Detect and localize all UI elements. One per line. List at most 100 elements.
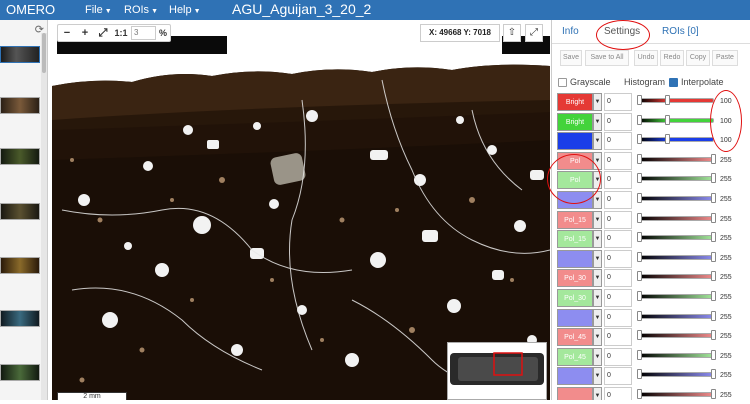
slider-start-handle[interactable]: [637, 369, 642, 380]
channel-start-input[interactable]: 0: [604, 151, 632, 170]
slider-start-handle[interactable]: [637, 173, 642, 184]
channel-end-input[interactable]: 255: [717, 387, 745, 400]
slider-end-handle[interactable]: [664, 114, 670, 125]
channel-color-button[interactable]: Bright: [557, 112, 593, 131]
slider-start-handle[interactable]: [637, 330, 642, 341]
channel-start-input[interactable]: 0: [604, 112, 632, 131]
zoom-out-button[interactable]: −: [58, 25, 76, 41]
channel-end-input[interactable]: 255: [717, 367, 745, 385]
omero-logo[interactable]: OMERO: [6, 2, 55, 17]
channel-dropdown-icon[interactable]: ▼: [593, 328, 602, 347]
thumbnail-item[interactable]: [0, 148, 40, 165]
slider-start-handle[interactable]: [637, 232, 642, 243]
slider-start-handle[interactable]: [637, 389, 642, 399]
zoom-input[interactable]: 3: [131, 26, 156, 40]
channel-color-button[interactable]: Pol_30: [557, 289, 593, 307]
slider-start-handle[interactable]: [637, 114, 642, 125]
channel-start-input[interactable]: 0: [604, 132, 632, 151]
channel-color-button[interactable]: Pol_45: [557, 347, 593, 366]
upload-icon[interactable]: ⇧: [503, 24, 521, 42]
channel-slider[interactable]: [639, 274, 714, 280]
slider-start-handle[interactable]: [637, 291, 642, 301]
menu-help[interactable]: Help ▼: [169, 4, 201, 16]
channel-slider[interactable]: [639, 254, 714, 260]
slider-end-handle[interactable]: [711, 251, 716, 262]
channel-start-input[interactable]: 0: [604, 249, 632, 268]
birds-eye-view[interactable]: [447, 342, 547, 400]
channel-end-input[interactable]: 255: [717, 289, 745, 307]
channel-slider[interactable]: [639, 372, 714, 378]
fullscreen-icon[interactable]: ⤢: [525, 24, 543, 42]
menu-file[interactable]: File ▼: [85, 4, 112, 16]
channel-start-input[interactable]: 0: [604, 387, 632, 400]
channel-start-input[interactable]: 0: [604, 347, 632, 366]
channel-slider[interactable]: [639, 156, 714, 162]
slider-end-handle[interactable]: [711, 310, 716, 321]
tab-rois[interactable]: ROIs [0]: [662, 26, 699, 37]
interpolate-option[interactable]: Interpolate: [669, 77, 724, 88]
save-to-all-button[interactable]: Save to All: [585, 50, 629, 66]
channel-dropdown-icon[interactable]: ▼: [593, 387, 602, 400]
channel-start-input[interactable]: 0: [604, 269, 632, 288]
zoom-fit-button[interactable]: ⤢: [94, 25, 112, 41]
channel-slider[interactable]: [639, 294, 714, 299]
channel-slider[interactable]: [639, 196, 714, 201]
channel-slider[interactable]: [639, 333, 714, 339]
tab-info[interactable]: Info: [562, 26, 579, 37]
channel-start-input[interactable]: 0: [604, 230, 632, 249]
thumbnail-item[interactable]: [0, 257, 40, 274]
slider-start-handle[interactable]: [637, 251, 642, 262]
channel-slider[interactable]: [639, 176, 714, 182]
paste-button[interactable]: Paste: [712, 50, 738, 66]
channel-slider[interactable]: [639, 235, 714, 241]
channel-dropdown-icon[interactable]: ▼: [593, 347, 602, 366]
thumbnail-item[interactable]: [0, 310, 40, 327]
channel-color-button[interactable]: [557, 249, 593, 268]
channel-start-input[interactable]: 0: [604, 289, 632, 307]
channel-slider[interactable]: [639, 313, 714, 319]
channel-slider[interactable]: [639, 215, 714, 221]
channel-end-input[interactable]: 255: [717, 250, 745, 268]
channel-dropdown-icon[interactable]: ▼: [593, 367, 602, 386]
slider-end-handle[interactable]: [711, 153, 716, 164]
channel-end-input[interactable]: 255: [717, 269, 745, 287]
menu-rois[interactable]: ROIs ▼: [124, 4, 158, 16]
channel-color-button[interactable]: Pol_45: [557, 328, 593, 347]
channel-slider[interactable]: [639, 137, 714, 143]
histogram-option[interactable]: Histogram: [624, 77, 665, 87]
channel-start-input[interactable]: 0: [604, 93, 632, 111]
thumbnail-item[interactable]: [0, 46, 40, 63]
channel-start-input[interactable]: 0: [604, 367, 632, 386]
slider-start-handle[interactable]: [637, 310, 642, 321]
slider-start-handle[interactable]: [637, 193, 642, 203]
channel-end-input[interactable]: 255: [717, 348, 745, 366]
thumbnail-item[interactable]: [0, 203, 40, 220]
channel-start-input[interactable]: 0: [604, 210, 632, 229]
slider-end-handle[interactable]: [711, 173, 716, 184]
grayscale-checkbox[interactable]: [558, 78, 567, 88]
slider-end-handle[interactable]: [711, 369, 716, 380]
channel-color-button[interactable]: [557, 367, 593, 386]
slider-end-handle[interactable]: [664, 134, 670, 145]
slider-end-handle[interactable]: [711, 349, 716, 360]
channel-start-input[interactable]: 0: [604, 308, 632, 327]
interpolate-checkbox[interactable]: [669, 78, 678, 88]
slider-end-handle[interactable]: [711, 212, 716, 223]
copy-button[interactable]: Copy: [686, 50, 710, 66]
channel-dropdown-icon[interactable]: ▼: [593, 132, 602, 151]
channel-dropdown-icon[interactable]: ▼: [593, 112, 602, 131]
slider-start-handle[interactable]: [637, 95, 642, 105]
slider-start-handle[interactable]: [637, 349, 642, 360]
slider-start-handle[interactable]: [637, 134, 642, 145]
channel-color-button[interactable]: [557, 132, 593, 151]
slider-end-handle[interactable]: [711, 330, 716, 341]
channel-slider[interactable]: [639, 392, 714, 397]
channel-end-input[interactable]: 255: [717, 211, 745, 229]
channel-start-input[interactable]: 0: [604, 171, 632, 190]
scrollbar-thumb[interactable]: [42, 33, 46, 73]
channel-dropdown-icon[interactable]: ▼: [593, 210, 602, 229]
save-button[interactable]: Save: [560, 50, 582, 66]
slider-end-handle[interactable]: [711, 193, 716, 203]
slider-start-handle[interactable]: [637, 212, 642, 223]
slider-start-handle[interactable]: [637, 153, 642, 164]
